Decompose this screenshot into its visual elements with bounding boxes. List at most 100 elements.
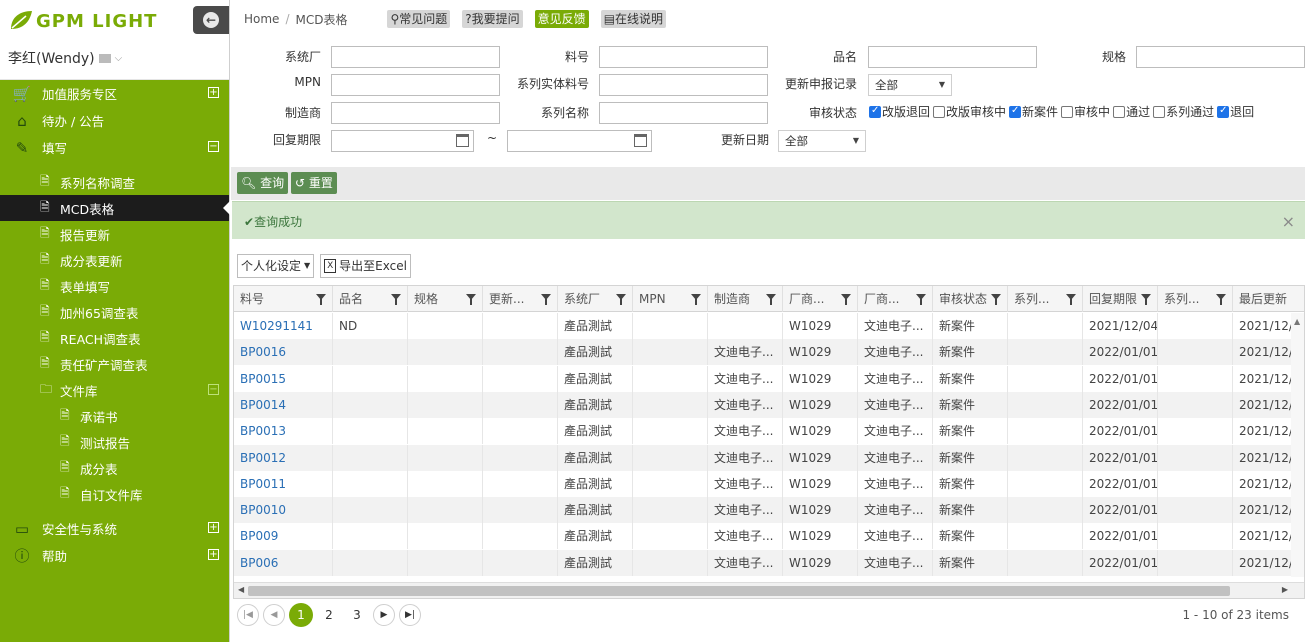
- table-row[interactable]: BP0010 產品測試 文迪电子... W1029 文迪电子... 新案件 2022/01/…: [234, 497, 1304, 524]
- calendar-icon[interactable]: [634, 134, 647, 147]
- part-no-link[interactable]: BP006: [234, 549, 333, 576]
- sidebar-item-report-update[interactable]: 🗎 报告更新: [0, 221, 229, 247]
- sidebar-item-reach[interactable]: 🗎 REACH调查表: [0, 325, 229, 351]
- checkbox-checked[interactable]: [1009, 105, 1022, 118]
- table-row[interactable]: BP0016 產品測試 文迪电子... W1029 文迪电子... 新案件 2022/01/…: [234, 339, 1304, 366]
- breadcrumb-home[interactable]: Home: [244, 12, 279, 26]
- column-header[interactable]: 审核状态: [933, 286, 1008, 312]
- table-row[interactable]: BP006 產品測試 文迪电子... W1029 文迪电子... 新案件 2022/01/0…: [234, 549, 1304, 576]
- part-no-input[interactable]: [599, 46, 768, 68]
- scroll-right-icon[interactable]: ▶: [1282, 585, 1288, 594]
- filter-icon[interactable]: [691, 294, 701, 305]
- update-record-select[interactable]: 全部: [868, 74, 952, 96]
- column-header[interactable]: 厂商...: [783, 286, 858, 312]
- series-part-input[interactable]: [599, 74, 768, 96]
- scroll-up-icon[interactable]: ▲: [1294, 317, 1300, 326]
- filter-icon[interactable]: [991, 294, 1001, 305]
- part-no-link[interactable]: BP0011: [234, 470, 333, 497]
- filter-icon[interactable]: [1141, 294, 1151, 305]
- table-row[interactable]: BP0011 產品測試 文迪电子... W1029 文迪电子... 新案件 2022/01/…: [234, 470, 1304, 497]
- user-menu[interactable]: 李红(Wendy) ⌵: [8, 48, 122, 68]
- faq-button[interactable]: ⚲常见问题: [387, 10, 451, 28]
- checkbox-checked[interactable]: [869, 105, 881, 118]
- horizontal-scrollbar[interactable]: ◀ ▶: [234, 582, 1304, 598]
- sidebar-item-security[interactable]: ▭ 安全性与系统 +: [0, 515, 229, 542]
- expand-icon[interactable]: +: [208, 87, 219, 98]
- calendar-icon[interactable]: [456, 134, 469, 147]
- product-name-input[interactable]: [868, 46, 1037, 68]
- scroll-left-icon[interactable]: ◀: [238, 585, 244, 594]
- table-row[interactable]: BP0014 產品測試 文迪电子... W1029 文迪电子... 新案件 2022/01/…: [234, 391, 1304, 418]
- part-no-link[interactable]: BP0013: [234, 418, 333, 445]
- filter-icon[interactable]: [841, 294, 851, 305]
- status-returned[interactable]: 退回: [1217, 103, 1254, 120]
- expand-icon[interactable]: +: [208, 522, 219, 533]
- mpn-input[interactable]: [331, 74, 500, 96]
- sidebar-item-custom-library[interactable]: 🗎 自订文件库: [0, 481, 229, 507]
- table-row[interactable]: BP0012 產品測試 文迪电子... W1029 文迪电子... 新案件 2022/01/…: [234, 444, 1304, 471]
- scrollbar-thumb[interactable]: [248, 586, 1230, 596]
- sidebar-item-todo[interactable]: ⌂ 待办 / 公告: [0, 107, 229, 134]
- checkbox[interactable]: [1113, 105, 1126, 118]
- status-new-case[interactable]: 新案件: [1009, 103, 1058, 120]
- part-no-link[interactable]: BP0015: [234, 365, 333, 392]
- sidebar-item-help[interactable]: ⓘ 帮助 +: [0, 542, 229, 569]
- status-passed[interactable]: 通过: [1113, 103, 1150, 120]
- update-date-select[interactable]: 全部: [778, 130, 866, 152]
- column-header[interactable]: 回复期限: [1083, 286, 1158, 312]
- next-page-button[interactable]: ▶: [373, 604, 395, 626]
- sidebar-item-ca65[interactable]: 🗎 加州65调查表: [0, 299, 229, 325]
- part-no-link[interactable]: BP0012: [234, 444, 333, 471]
- collapse-icon[interactable]: −: [208, 384, 219, 395]
- part-no-link[interactable]: BP0014: [234, 391, 333, 418]
- column-header[interactable]: 制造商: [708, 286, 783, 312]
- column-header[interactable]: 系列...: [1008, 286, 1083, 312]
- status-revision-returned[interactable]: 改版退回: [869, 103, 930, 120]
- query-button[interactable]: 🔍︎ 查询: [237, 172, 289, 194]
- page-1-button[interactable]: 1: [289, 603, 313, 627]
- status-series-passed[interactable]: 系列通过: [1153, 103, 1214, 120]
- filter-icon[interactable]: [466, 294, 476, 305]
- collapse-icon[interactable]: −: [208, 141, 219, 152]
- sidebar-item-minerals[interactable]: 🗎 责任矿产调查表: [0, 351, 229, 377]
- table-row[interactable]: W10291141 ND 產品測試 W1029 文迪电子... 新案件 2021/12/04…: [234, 313, 1304, 339]
- filter-icon[interactable]: [616, 294, 626, 305]
- series-name-input[interactable]: [599, 102, 768, 124]
- column-header[interactable]: 最后更新: [1233, 286, 1304, 312]
- sidebar-item-form-fill[interactable]: 🗎 表单填写: [0, 273, 229, 299]
- table-row[interactable]: BP009 產品測試 文迪电子... W1029 文迪电子... 新案件 2022/01/0…: [234, 523, 1304, 550]
- prev-page-button[interactable]: ◀: [263, 604, 285, 626]
- close-icon[interactable]: ×: [1282, 212, 1295, 231]
- export-excel-button[interactable]: X 导出至Excel: [320, 254, 411, 278]
- table-row[interactable]: BP0015 產品測試 文迪电子... W1029 文迪电子... 新案件 2022/01/…: [234, 365, 1304, 392]
- column-header[interactable]: 料号: [234, 286, 333, 312]
- first-page-button[interactable]: |◀: [237, 604, 259, 626]
- reply-deadline-to-input[interactable]: [507, 130, 652, 152]
- sidebar-item-commitment[interactable]: 🗎 承诺书: [0, 403, 229, 429]
- checkbox-checked[interactable]: [1217, 105, 1230, 118]
- checkbox[interactable]: [1153, 105, 1166, 118]
- column-header[interactable]: 规格: [408, 286, 483, 312]
- vertical-scrollbar[interactable]: ▲: [1291, 313, 1304, 577]
- column-header[interactable]: 系统厂: [558, 286, 633, 312]
- part-no-link[interactable]: BP009: [234, 523, 333, 550]
- filter-icon[interactable]: [1066, 294, 1076, 305]
- sidebar-item-library[interactable]: 🗀 文件库 −: [0, 377, 229, 403]
- status-reviewing[interactable]: 审核中: [1061, 103, 1110, 120]
- sidebar-item-value-added[interactable]: 🛒 加值服务专区 +: [0, 80, 229, 107]
- page-3-button[interactable]: 3: [345, 603, 369, 627]
- filter-icon[interactable]: [1216, 294, 1226, 305]
- checkbox[interactable]: [933, 105, 946, 118]
- sidebar-item-composition-update[interactable]: 🗎 成分表更新: [0, 247, 229, 273]
- sidebar-item-test-report[interactable]: 🗎 测试报告: [0, 429, 229, 455]
- filter-icon[interactable]: [391, 294, 401, 305]
- feedback-button[interactable]: 意见反馈: [534, 10, 589, 28]
- reset-button[interactable]: ↺ 重置: [291, 172, 337, 194]
- filter-icon[interactable]: [766, 294, 776, 305]
- column-header[interactable]: 厂商...: [858, 286, 933, 312]
- personalize-dropdown[interactable]: 个人化设定 ▼: [237, 254, 315, 278]
- filter-icon[interactable]: [541, 294, 551, 305]
- manual-button[interactable]: ▤在线说明: [600, 10, 667, 28]
- expand-icon[interactable]: +: [208, 549, 219, 560]
- status-revision-reviewing[interactable]: 改版审核中: [933, 103, 1006, 120]
